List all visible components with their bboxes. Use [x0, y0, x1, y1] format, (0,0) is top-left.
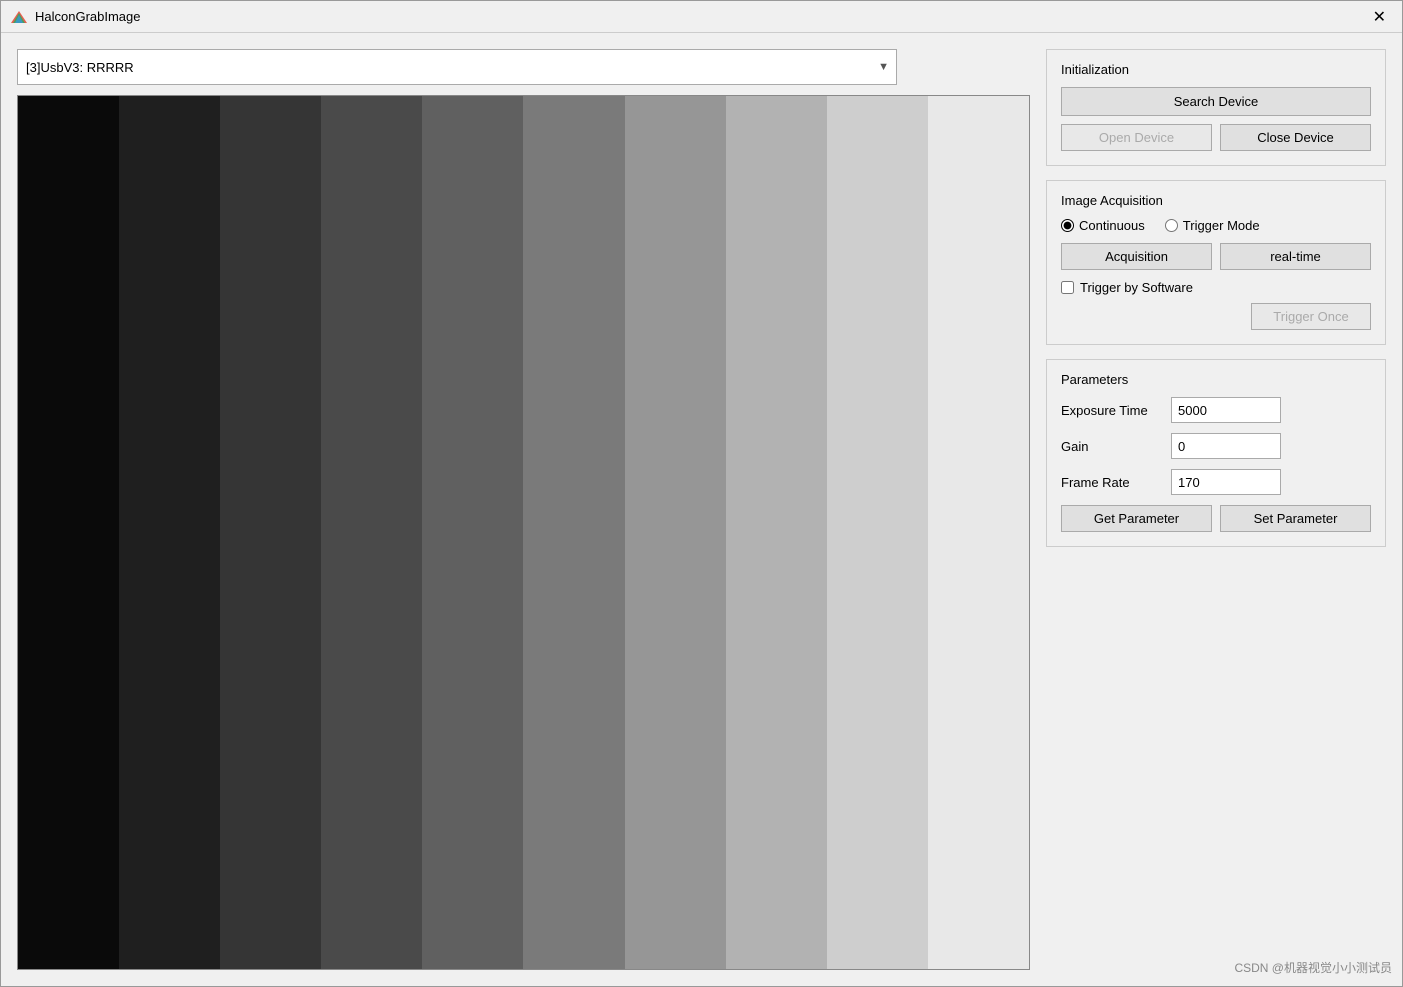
gradient-bar	[726, 96, 827, 969]
title-bar: HalconGrabImage ✕	[1, 1, 1402, 33]
exposure-time-input[interactable]	[1171, 397, 1281, 423]
gradient-bar	[18, 96, 119, 969]
parameter-buttons-row: Get Parameter Set Parameter	[1061, 505, 1371, 532]
gradient-bars	[18, 96, 1029, 969]
trigger-once-row: Trigger Once	[1061, 303, 1371, 330]
title-bar-left: HalconGrabImage	[11, 9, 141, 25]
initialization-label: Initialization	[1061, 62, 1371, 77]
gradient-bar	[625, 96, 726, 969]
acquisition-button[interactable]: Acquisition	[1061, 243, 1212, 270]
exposure-time-row: Exposure Time	[1061, 397, 1371, 423]
frame-rate-row: Frame Rate	[1061, 469, 1371, 495]
device-select-row: [3]UsbV3: RRRRR	[17, 49, 1030, 85]
device-buttons-row: Open Device Close Device	[1061, 124, 1371, 151]
acquisition-mode-row: Continuous Trigger Mode	[1061, 218, 1371, 233]
image-display	[17, 95, 1030, 970]
gradient-bar	[321, 96, 422, 969]
device-select-wrapper: [3]UsbV3: RRRRR	[17, 49, 897, 85]
gradient-bar	[220, 96, 321, 969]
set-parameter-button[interactable]: Set Parameter	[1220, 505, 1371, 532]
watermark: CSDN @机器视觉小小测试员	[1234, 959, 1392, 976]
gradient-bar	[827, 96, 928, 969]
gradient-bar	[523, 96, 624, 969]
trigger-mode-radio-label[interactable]: Trigger Mode	[1165, 218, 1260, 233]
gain-row: Gain	[1061, 433, 1371, 459]
search-device-button[interactable]: Search Device	[1061, 87, 1371, 116]
realtime-button[interactable]: real-time	[1220, 243, 1371, 270]
gain-label: Gain	[1061, 439, 1161, 454]
get-parameter-button[interactable]: Get Parameter	[1061, 505, 1212, 532]
close-button[interactable]: ✕	[1367, 5, 1392, 29]
right-panel: Initialization Search Device Open Device…	[1046, 49, 1386, 970]
continuous-radio[interactable]	[1061, 219, 1074, 232]
app-icon	[11, 9, 27, 25]
parameters-label: Parameters	[1061, 372, 1371, 387]
gradient-bar	[928, 96, 1029, 969]
gradient-bar	[119, 96, 220, 969]
parameters-section: Parameters Exposure Time Gain Frame Rate…	[1046, 359, 1386, 547]
open-device-button[interactable]: Open Device	[1061, 124, 1212, 151]
trigger-once-button[interactable]: Trigger Once	[1251, 303, 1371, 330]
close-device-button[interactable]: Close Device	[1220, 124, 1371, 151]
gain-input[interactable]	[1171, 433, 1281, 459]
gradient-bar	[422, 96, 523, 969]
trigger-software-checkbox[interactable]	[1061, 281, 1074, 294]
trigger-mode-radio[interactable]	[1165, 219, 1178, 232]
continuous-label: Continuous	[1079, 218, 1145, 233]
acquisition-buttons-row: Acquisition real-time	[1061, 243, 1371, 270]
trigger-software-row: Trigger by Software	[1061, 280, 1371, 295]
main-window: HalconGrabImage ✕ [3]UsbV3: RRRRR Initia…	[0, 0, 1403, 987]
main-content: [3]UsbV3: RRRRR Initialization Search De…	[1, 33, 1402, 986]
trigger-mode-label: Trigger Mode	[1183, 218, 1260, 233]
image-acquisition-section: Image Acquisition Continuous Trigger Mod…	[1046, 180, 1386, 345]
continuous-radio-label[interactable]: Continuous	[1061, 218, 1145, 233]
device-select[interactable]: [3]UsbV3: RRRRR	[17, 49, 897, 85]
initialization-section: Initialization Search Device Open Device…	[1046, 49, 1386, 166]
window-title: HalconGrabImage	[35, 9, 141, 24]
left-panel: [3]UsbV3: RRRRR	[17, 49, 1030, 970]
trigger-software-label: Trigger by Software	[1080, 280, 1193, 295]
frame-rate-input[interactable]	[1171, 469, 1281, 495]
exposure-time-label: Exposure Time	[1061, 403, 1161, 418]
image-acquisition-label: Image Acquisition	[1061, 193, 1371, 208]
frame-rate-label: Frame Rate	[1061, 475, 1161, 490]
